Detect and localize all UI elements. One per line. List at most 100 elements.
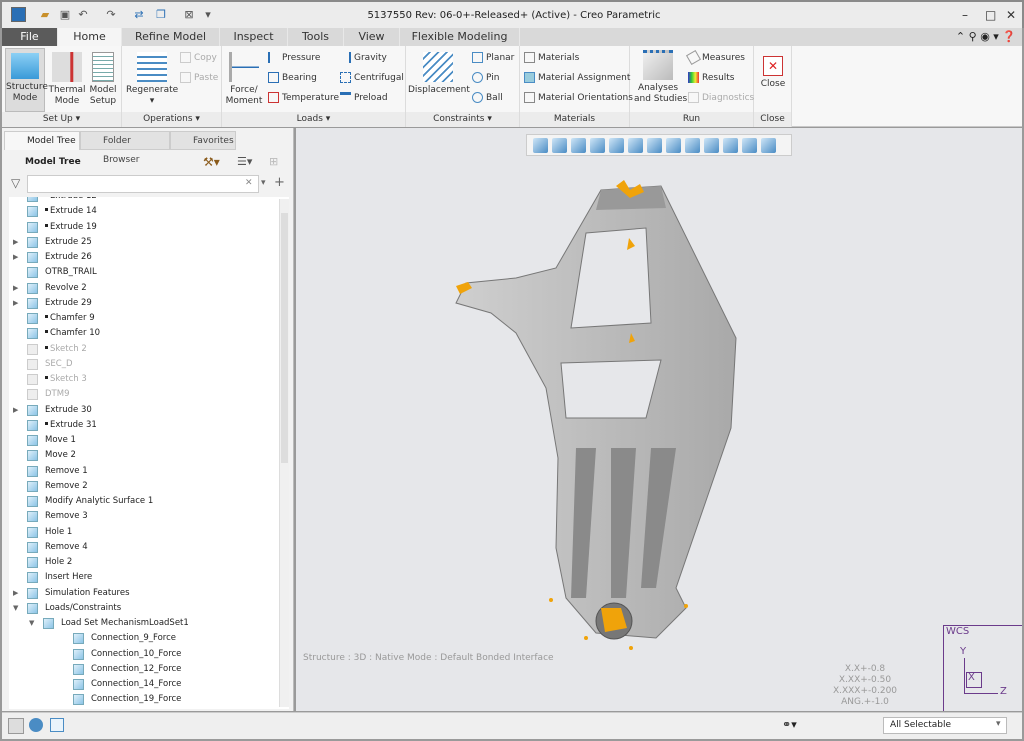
group-label[interactable]: Set Up ▾	[2, 112, 121, 127]
material-orientations-button[interactable]: Material Orientations	[524, 92, 633, 103]
minimize-icon[interactable]: –	[962, 8, 968, 22]
tab-tools[interactable]: Tools	[288, 28, 344, 46]
zoom-out-icon[interactable]	[571, 138, 586, 153]
displacement-icon	[423, 52, 453, 82]
find-icon[interactable]: ⚭▾	[782, 718, 797, 731]
analyses-studies-button[interactable]: Analyses and Studies	[634, 48, 687, 105]
tree-item-label: Load Set MechanismLoadSet1	[61, 618, 189, 628]
tree-settings-icon[interactable]: ⚒▾	[203, 155, 220, 169]
group-label[interactable]: Constraints ▾	[406, 112, 519, 127]
tab-home[interactable]: Home	[58, 28, 122, 46]
repaint-icon[interactable]	[590, 138, 605, 153]
fullscreen-icon[interactable]	[50, 718, 64, 732]
simulation-display-icon[interactable]	[761, 138, 776, 153]
gravity-button[interactable]: Gravity	[340, 52, 387, 63]
datum-display-icon[interactable]	[704, 138, 719, 153]
ribbon-tools-icons[interactable]: ⌃ ⚲ ◉ ▾ ❓	[956, 30, 1016, 43]
collapse-icon[interactable]: ▼	[29, 616, 34, 631]
material-assignment-button[interactable]: Material Assignment	[524, 72, 630, 83]
paste-button[interactable]: Paste	[180, 72, 218, 83]
refit-icon[interactable]	[533, 138, 548, 153]
temperature-button[interactable]: Temperature	[268, 92, 339, 103]
tab-model-tree[interactable]: Model Tree	[4, 131, 80, 150]
expand-icon[interactable]: ▶	[13, 250, 18, 265]
zoom-in-icon[interactable]	[552, 138, 567, 153]
feature-icon	[27, 511, 38, 523]
copy-button[interactable]: Copy	[180, 52, 217, 63]
modified-marker	[45, 421, 48, 425]
close-icon[interactable]: ✕	[1006, 8, 1016, 22]
view-manager-icon[interactable]	[666, 138, 681, 153]
label: Model Setup	[89, 85, 117, 106]
perspective-icon[interactable]	[685, 138, 700, 153]
bearing-button[interactable]: Bearing	[268, 72, 317, 83]
group-label[interactable]: Operations ▾	[122, 112, 221, 127]
structure-mode-button[interactable]: Structure Mode	[5, 48, 48, 112]
results-button[interactable]: Results	[688, 72, 735, 83]
status-bar: ⚭▾	[2, 712, 1022, 739]
part-model[interactable]	[296, 128, 1022, 711]
thermal-mode-button[interactable]: Thermal Mode	[48, 48, 86, 107]
expand-icon[interactable]: ▶	[13, 586, 18, 601]
scrollbar-thumb[interactable]	[281, 213, 288, 463]
feature-icon	[27, 602, 38, 614]
expand-icon[interactable]: ▶	[13, 296, 18, 311]
saved-views-icon[interactable]	[647, 138, 662, 153]
preload-button[interactable]: Preload	[340, 92, 388, 103]
regenerate-button[interactable]: Regenerate ▾	[126, 48, 178, 107]
wcs-indicator: WCS Y X Z	[943, 625, 1022, 711]
browser-toggle-icon[interactable]	[29, 718, 43, 732]
tab-view[interactable]: View	[344, 28, 400, 46]
force-moment-button[interactable]: Force/ Moment	[224, 48, 264, 107]
feature-icon	[27, 419, 38, 431]
tab-favorites[interactable]: Favorites	[170, 131, 236, 150]
material-orientations-icon	[524, 92, 535, 103]
clear-search-icon[interactable]: ✕	[245, 178, 253, 188]
tree-scrollbar[interactable]	[279, 199, 289, 707]
group-label[interactable]: Loads ▾	[222, 112, 405, 127]
feature-icon	[73, 679, 84, 690]
graphics-viewport[interactable]	[296, 128, 1022, 711]
add-icon[interactable]: +	[274, 175, 285, 190]
annotation-display-icon[interactable]	[723, 138, 738, 153]
measures-button[interactable]: Measures	[685, 49, 745, 66]
pin-button[interactable]: Pin	[472, 72, 499, 83]
connections-icon[interactable]	[742, 138, 757, 153]
expand-icon[interactable]: ▶	[13, 281, 18, 296]
collapse-icon[interactable]: ▼	[13, 601, 18, 616]
tab-refine-model[interactable]: Refine Model	[122, 28, 220, 46]
tab-file[interactable]: File	[2, 28, 58, 46]
close-x-icon: ✕	[763, 56, 783, 76]
diagnostics-button[interactable]: Diagnostics	[688, 92, 754, 103]
show-icon[interactable]: ☰▾	[237, 155, 252, 168]
tree-filter-icon[interactable]: ⊞	[269, 155, 278, 168]
feature-icon	[27, 252, 38, 263]
maximize-icon[interactable]: □	[985, 8, 996, 22]
model-setup-button[interactable]: Model Setup	[86, 48, 120, 107]
centrifugal-button[interactable]: Centrifugal	[340, 72, 404, 83]
close-button[interactable]: ✕ Close	[756, 48, 790, 90]
tree-search-input[interactable]	[27, 175, 259, 193]
modified-marker	[45, 223, 48, 227]
tab-folder-browser[interactable]: Folder Browser	[80, 131, 170, 165]
ball-button[interactable]: Ball	[472, 92, 503, 103]
tab-inspect[interactable]: Inspect	[220, 28, 288, 46]
tab-flexible-modeling[interactable]: Flexible Modeling	[400, 28, 520, 46]
navigator-toggle-icon[interactable]	[8, 718, 24, 734]
planar-button[interactable]: Planar	[472, 52, 514, 63]
model-setup-icon	[92, 52, 114, 82]
spin-center-icon[interactable]	[609, 138, 624, 153]
displacement-button[interactable]: Displacement	[408, 48, 470, 96]
feature-icon	[27, 465, 38, 477]
filter-icon[interactable]: ▽	[11, 176, 20, 190]
expand-icon[interactable]: ▶	[13, 403, 18, 418]
feature-icon	[27, 206, 38, 218]
expand-icon[interactable]: ▶	[13, 235, 18, 250]
search-options-icon[interactable]: ▾	[261, 178, 266, 188]
pressure-button[interactable]: Pressure	[268, 52, 320, 63]
materials-button[interactable]: Materials	[524, 52, 579, 63]
chevron-down-icon[interactable]: ▾	[996, 719, 1001, 729]
selection-filter[interactable]: All Selectable	[883, 717, 1007, 734]
display-style-icon[interactable]	[628, 138, 643, 153]
tree-item-label: Extrude 31	[50, 419, 97, 430]
